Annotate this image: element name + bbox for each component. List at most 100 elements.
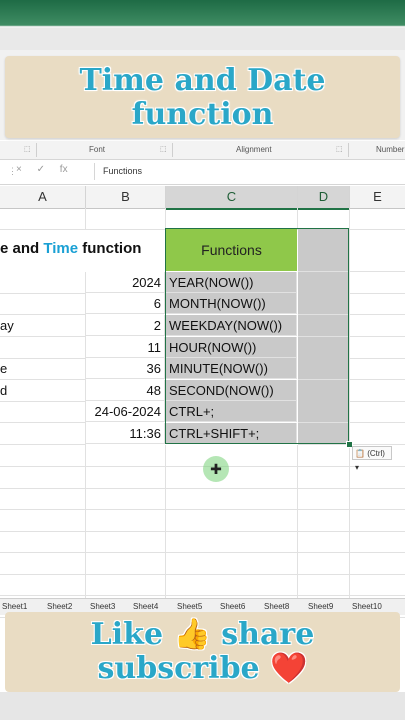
cell-e[interactable] <box>350 358 405 380</box>
cell[interactable] <box>166 445 298 467</box>
cell-b[interactable]: 36 <box>86 358 165 379</box>
cell[interactable] <box>298 574 350 596</box>
column-header-b[interactable]: B <box>86 186 166 209</box>
cell-c[interactable]: WEEKDAY(NOW()) <box>166 315 297 336</box>
cell[interactable] <box>166 467 298 489</box>
cell[interactable] <box>298 510 350 532</box>
cell-b[interactable]: 2024 <box>86 272 165 293</box>
cell[interactable] <box>0 553 86 575</box>
cell-b[interactable]: 48 <box>86 380 165 401</box>
cell-e[interactable] <box>350 380 405 402</box>
cell[interactable] <box>298 229 350 272</box>
cell-a[interactable] <box>0 293 86 315</box>
cell[interactable] <box>86 574 166 596</box>
cell-e[interactable] <box>350 401 405 423</box>
cell[interactable] <box>166 488 298 510</box>
sheet-tab[interactable]: Sheet5 <box>177 602 202 611</box>
cell-c[interactable]: MONTH(NOW()) <box>166 293 297 314</box>
cell[interactable] <box>166 510 298 532</box>
cell[interactable] <box>0 445 86 467</box>
cell[interactable] <box>166 208 298 230</box>
cell[interactable] <box>86 510 166 532</box>
cell-b[interactable]: 6 <box>86 293 165 314</box>
cell[interactable] <box>0 488 86 510</box>
cell-d[interactable] <box>298 315 350 337</box>
cell[interactable] <box>298 488 350 510</box>
cell[interactable] <box>86 553 166 575</box>
cell[interactable] <box>0 531 86 553</box>
cell-c[interactable]: YEAR(NOW()) <box>166 272 297 293</box>
cell[interactable] <box>298 553 350 575</box>
cell-e[interactable] <box>350 423 405 445</box>
cell[interactable] <box>298 531 350 553</box>
cell[interactable] <box>0 574 86 596</box>
insert-function-icon[interactable]: fx <box>60 164 68 175</box>
cell-a[interactable] <box>0 272 86 294</box>
cell-b[interactable]: 24-06-2024 <box>86 401 165 422</box>
dialog-launcher-icon[interactable]: ⬚ <box>336 145 343 153</box>
cell-d[interactable] <box>298 293 350 315</box>
cell[interactable] <box>86 208 166 230</box>
cell-a[interactable]: e <box>0 358 86 380</box>
sheet-tab[interactable]: Sheet1 <box>2 602 27 611</box>
cell-d[interactable] <box>298 423 350 445</box>
cell-a[interactable]: ay <box>0 315 86 337</box>
cell[interactable] <box>166 574 298 596</box>
cell[interactable] <box>298 445 350 467</box>
cell-b[interactable]: 11 <box>86 337 165 358</box>
cell[interactable] <box>0 510 86 532</box>
sheet-title-cell[interactable]: e and Time function <box>0 232 164 266</box>
cell[interactable] <box>350 531 405 553</box>
cell-d[interactable] <box>298 358 350 380</box>
cell-a[interactable] <box>0 337 86 359</box>
cell-c[interactable]: CTRL+; <box>166 401 297 422</box>
cell-e[interactable] <box>350 293 405 315</box>
sheet-tab[interactable]: Sheet8 <box>264 602 289 611</box>
column-header-a[interactable]: A <box>0 186 86 209</box>
cell-e[interactable] <box>350 315 405 337</box>
column-header-c[interactable]: C <box>166 186 298 210</box>
cell[interactable] <box>86 467 166 489</box>
cell-b[interactable]: 11:36 <box>86 423 165 444</box>
dialog-launcher-icon[interactable]: ⬚ <box>24 145 31 153</box>
cell-c[interactable]: HOUR(NOW()) <box>166 337 297 358</box>
cell-b[interactable]: 2 <box>86 315 165 336</box>
column-header-d[interactable]: D <box>298 186 350 210</box>
cell[interactable] <box>166 531 298 553</box>
cell[interactable] <box>350 229 405 272</box>
sheet-tab[interactable]: Sheet2 <box>47 602 72 611</box>
sheet-tab[interactable]: Sheet3 <box>90 602 115 611</box>
cell[interactable] <box>350 488 405 510</box>
cell-d[interactable] <box>298 401 350 423</box>
cell[interactable] <box>86 531 166 553</box>
cell[interactable] <box>350 574 405 596</box>
cell[interactable] <box>350 553 405 575</box>
cell-c[interactable]: CTRL+SHIFT+; <box>166 423 297 444</box>
sheet-tab[interactable]: Sheet4 <box>133 602 158 611</box>
cell[interactable] <box>86 488 166 510</box>
cancel-icon[interactable]: × <box>16 164 22 175</box>
functions-header-cell[interactable]: Functions <box>166 229 297 271</box>
cell[interactable] <box>0 467 86 489</box>
cell-c[interactable]: SECOND(NOW()) <box>166 380 297 401</box>
cell-a[interactable]: d <box>0 380 86 402</box>
paste-options-button[interactable]: 📋 (Ctrl) ▾ <box>352 446 392 472</box>
cell-a[interactable] <box>0 423 86 445</box>
cell[interactable] <box>350 208 405 230</box>
cell[interactable] <box>166 553 298 575</box>
cell-e[interactable] <box>350 337 405 359</box>
formula-input[interactable]: Functions <box>94 163 405 180</box>
cell-e[interactable] <box>350 272 405 294</box>
cell[interactable] <box>298 467 350 489</box>
sheet-tab[interactable]: Sheet10 <box>352 602 382 611</box>
cell-d[interactable] <box>298 380 350 402</box>
cell[interactable] <box>298 208 350 230</box>
sheet-tab[interactable]: Sheet6 <box>220 602 245 611</box>
enter-icon[interactable]: ✓ <box>37 164 45 175</box>
cell[interactable] <box>350 510 405 532</box>
sheet-tab[interactable]: Sheet9 <box>308 602 333 611</box>
cell-d[interactable] <box>298 272 350 294</box>
cell-c[interactable]: MINUTE(NOW()) <box>166 358 297 379</box>
cell-d[interactable] <box>298 337 350 359</box>
column-header-e[interactable]: E <box>350 186 405 209</box>
